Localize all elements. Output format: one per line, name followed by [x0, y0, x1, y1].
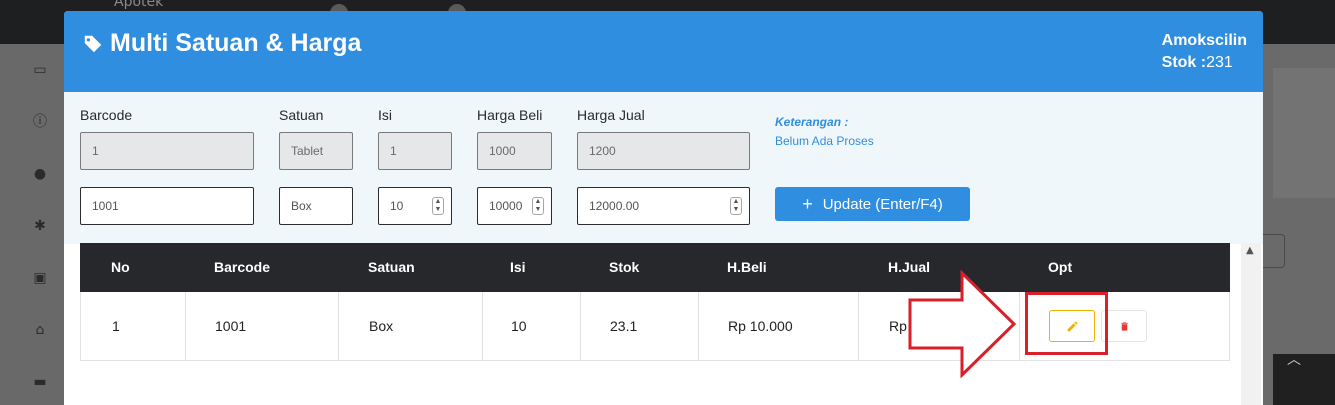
col-opt: Opt [1048, 259, 1073, 275]
cell-stok: 23.1 [610, 318, 638, 334]
modal-title-text: Multi Satuan & Harga [110, 29, 362, 57]
cell-barcode: 1001 [215, 318, 247, 334]
background-sidebar: ▭ ⓘ ● ✱ ▣ ⌂ ▬ [0, 44, 64, 405]
background-dark-block [1273, 354, 1335, 405]
col-stok: Stok [609, 259, 640, 275]
plus-icon: + [802, 194, 813, 214]
col-isi: Isi [510, 259, 526, 275]
harga-beli-stepper-icon[interactable]: ▲ ▼ [532, 197, 544, 215]
col-hbeli: H.Beli [727, 259, 767, 275]
harga-jual-stepper-icon[interactable]: ▲ ▼ [730, 197, 742, 215]
bed-icon: ▬ [33, 374, 47, 390]
harga-beli-input[interactable]: 10000 ▲ ▼ [477, 187, 552, 225]
annotation-highlight-box [1025, 292, 1108, 355]
harga-beli-input-value: 10000 [489, 199, 523, 213]
scroll-up-icon[interactable]: ▲ [1246, 245, 1254, 256]
base-isi-field: 1 [378, 132, 452, 170]
harga-beli-label: Harga Beli [477, 107, 543, 123]
cell-divider [580, 292, 581, 360]
annotation-arrow-icon [908, 270, 1017, 378]
col-barcode: Barcode [214, 259, 271, 275]
monitor-icon: ▭ [33, 62, 47, 78]
stok-label: Stok : [1161, 54, 1207, 71]
base-harga-jual-field: 1200 [577, 132, 750, 170]
cell-divider [338, 292, 339, 360]
cell-satuan: Box [369, 318, 394, 334]
modal-header: Multi Satuan & Harga Amokscilin Stok :23… [64, 11, 1263, 92]
cell-divider [482, 292, 483, 360]
harga-jual-label: Harga Jual [577, 107, 645, 123]
cell-divider [185, 292, 186, 360]
product-stock: Stok :231 [1162, 52, 1247, 74]
cell-divider [1019, 292, 1020, 360]
modal-title: Multi Satuan & Harga [82, 29, 361, 58]
modal-scrollbar[interactable]: ▲ [1241, 243, 1261, 405]
stok-value: 231 [1206, 54, 1233, 71]
barcode-input[interactable]: 1001 [80, 187, 254, 225]
base-barcode-field: 1 [80, 132, 254, 170]
table-header: No Barcode Satuan Isi Stok H.Beli H.Jual… [80, 243, 1230, 292]
satuan-input-value: Box [291, 199, 312, 213]
tag-icon [83, 35, 102, 52]
chevron-up-icon: ︿ [1287, 352, 1301, 368]
cell-divider [698, 292, 699, 360]
base-satuan-field: Tablet [279, 132, 353, 170]
cell-isi: 10 [511, 318, 527, 334]
cell-no: 1 [112, 318, 120, 334]
keterangan-value: Belum Ada Proses [775, 134, 874, 148]
barcode-label: Barcode [80, 107, 133, 123]
contact-icon: ▣ [33, 270, 47, 286]
update-button-label: Update (Enter/F4) [822, 195, 943, 213]
gear-icon: ✱ [34, 218, 46, 234]
col-satuan: Satuan [368, 259, 415, 275]
satuan-input[interactable]: Box [279, 187, 353, 225]
base-harga-beli-field: 1000 [477, 132, 552, 170]
trash-icon [1120, 321, 1128, 331]
user-icon: ● [33, 166, 47, 182]
background-right-panel: ︿ [1263, 44, 1335, 405]
isi-input[interactable]: 10 ▲ ▼ [378, 187, 452, 225]
isi-stepper-icon[interactable]: ▲ ▼ [432, 197, 444, 215]
cell-hbeli: Rp 10.000 [728, 318, 793, 334]
info-icon: ⓘ [33, 114, 47, 130]
home-icon: ⌂ [35, 322, 45, 338]
isi-input-value: 10 [390, 199, 404, 213]
background-card [1273, 68, 1335, 198]
harga-jual-input[interactable]: 12000.00 ▲ ▼ [577, 187, 750, 225]
cell-divider [858, 292, 859, 360]
keterangan-label: Keterangan : [775, 115, 849, 129]
satuan-label: Satuan [279, 107, 324, 123]
product-name: Amokscilin [1161, 32, 1247, 49]
background-app-name: Apotek [114, 0, 164, 10]
update-button[interactable]: + Update (Enter/F4) [775, 187, 970, 221]
isi-label: Isi [378, 107, 392, 123]
col-no: No [111, 259, 130, 275]
background-button [1263, 234, 1285, 268]
product-info: Amokscilin Stok :231 [1162, 30, 1247, 74]
harga-jual-input-value: 12000.00 [589, 199, 640, 213]
unit-price-form: Barcode Satuan Isi Harga Beli Harga Jual… [64, 92, 1263, 244]
barcode-input-value: 1001 [92, 199, 119, 213]
